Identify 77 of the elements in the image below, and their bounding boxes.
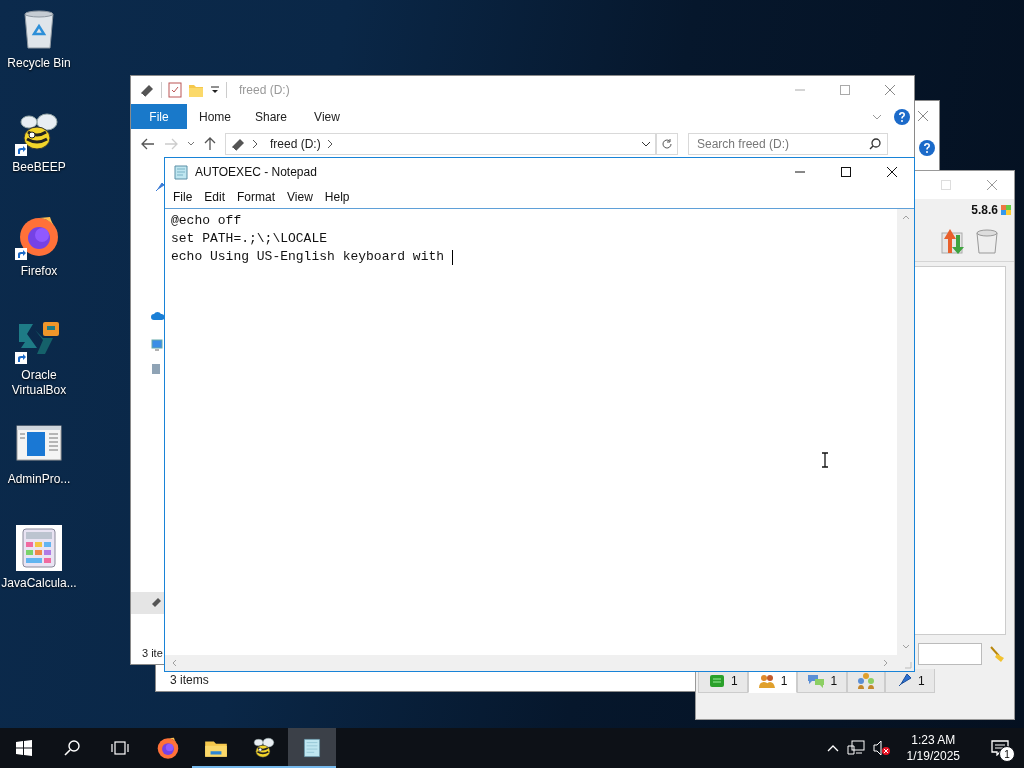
taskbar-app[interactable] (288, 728, 336, 768)
drive-icon (139, 82, 155, 98)
network-icon[interactable] (846, 740, 865, 756)
menu-item[interactable]: Edit (198, 190, 232, 204)
breadcrumb-item[interactable]: freed (D:) (270, 137, 321, 151)
search-field[interactable]: Search freed (D:) (688, 133, 888, 155)
menu-item[interactable]: Help (318, 190, 356, 204)
computer-icon (151, 339, 163, 351)
broom-icon[interactable] (988, 645, 1006, 663)
chevron-right-icon[interactable] (882, 659, 890, 667)
clock-time[interactable]: 1:23 AM (911, 732, 956, 748)
menu-item[interactable]: Format (231, 190, 282, 204)
refresh-button[interactable] (656, 133, 678, 155)
nav-item-highlight (131, 592, 165, 614)
flag-icon (1000, 204, 1012, 216)
drive-icon (151, 363, 161, 375)
back-arrow-icon[interactable] (141, 138, 155, 150)
text-cursor-icon (821, 452, 829, 468)
up-arrow-icon[interactable] (204, 137, 216, 151)
version-label: 5.8.6 (971, 203, 998, 217)
bee-icon (251, 735, 277, 761)
search-icon (869, 138, 881, 150)
menu-item[interactable]: View (281, 190, 319, 204)
text-editor[interactable]: @echo off set PATH=.;\;\LOCALE echo Using US-English keyboard with (165, 209, 897, 655)
desktop-shortcut[interactable]: JavaCalcula... (0, 524, 78, 628)
drive-icon (151, 595, 163, 607)
chevron-up-icon[interactable] (826, 744, 839, 752)
notepad-icon (173, 164, 189, 180)
chevron-down-icon[interactable] (641, 139, 651, 149)
help-icon[interactable] (919, 140, 935, 156)
help-icon[interactable] (894, 108, 910, 125)
group-icon (857, 671, 876, 690)
chevron-right-icon (252, 139, 258, 149)
search-icon (64, 740, 80, 756)
desktop-shortcut[interactable]: Firefox (0, 212, 78, 316)
refresh-icon (661, 138, 673, 150)
pin-icon (154, 181, 164, 193)
tab[interactable]: 1 (885, 669, 935, 693)
chevron-right-icon (326, 139, 333, 149)
desktop-shortcut[interactable]: AdminPro... (0, 420, 78, 524)
upload-download-icon[interactable] (938, 227, 966, 255)
chevron-left-icon[interactable] (170, 659, 178, 667)
notification-icon (991, 740, 1009, 756)
clock-date[interactable]: 1/19/2025 (906, 748, 960, 764)
trash-icon[interactable] (974, 227, 1000, 255)
volume-muted-icon[interactable] (872, 740, 891, 756)
address-bar[interactable]: freed (D:) (225, 133, 656, 155)
firefox-icon (155, 735, 181, 761)
calculator-icon (15, 524, 63, 572)
size-grip-icon[interactable] (902, 659, 912, 669)
text-caret (451, 249, 453, 265)
notification-badge: 1 (999, 746, 1015, 762)
menu-item[interactable]: File (167, 190, 199, 204)
text-line: echo Using US-English keyboard with (171, 248, 446, 266)
dropdown-icon[interactable] (210, 85, 220, 95)
drive-icon (230, 136, 246, 152)
ribbon-tab[interactable]: View (299, 104, 355, 129)
desktop-shortcut[interactable]: Recycle Bin (0, 4, 78, 108)
text-line: @echo off (171, 212, 242, 230)
message-field[interactable] (918, 643, 982, 665)
status-text: 3 items (170, 673, 209, 687)
horizontal-scrollbar[interactable] (165, 655, 914, 671)
window-title: freed (D:) (239, 83, 290, 97)
task-view-icon (111, 741, 129, 755)
maximize-icon[interactable] (840, 166, 852, 178)
window-title: AUTOEXEC - Notepad (195, 165, 317, 179)
checklist-icon[interactable] (168, 82, 182, 98)
ribbon-tab[interactable]: File (131, 104, 187, 129)
desktop-shortcut[interactable]: BeeBEEP (0, 108, 78, 212)
close-icon[interactable] (886, 166, 898, 178)
status-text: 3 ite (142, 647, 163, 659)
text-line: set PATH=.;\;\LOCALE (171, 230, 328, 248)
ribbon-tab[interactable]: Share (243, 104, 299, 129)
ribbon-tab[interactable]: Home (187, 104, 243, 129)
notification-button[interactable]: 1 (976, 728, 1024, 768)
windows-logo-icon (16, 740, 32, 756)
desktop-shortcut[interactable]: Oracle VirtualBox (0, 316, 78, 420)
